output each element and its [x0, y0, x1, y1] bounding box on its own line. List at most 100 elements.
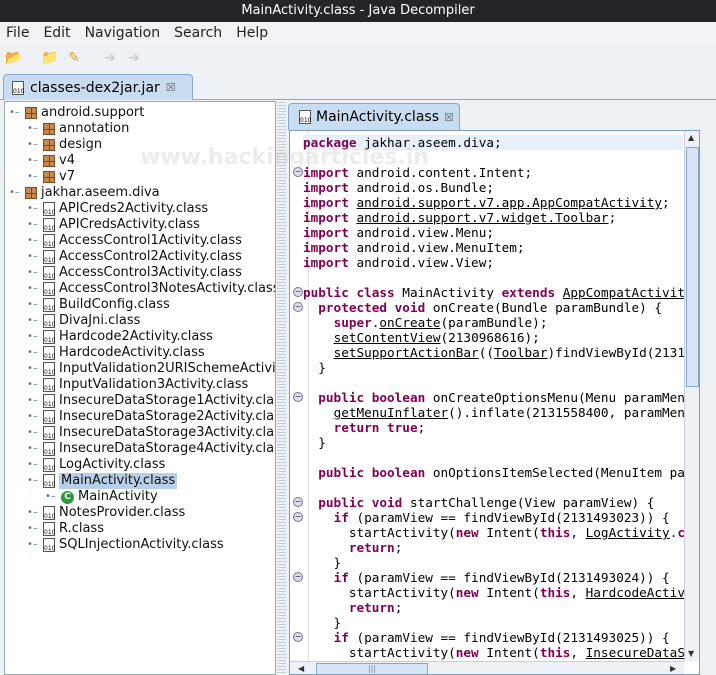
type-link[interactable]: HardcodeActivity [586, 585, 699, 600]
open-file-icon[interactable]: 📂 [4, 48, 24, 68]
tree-node-handle[interactable]: •– [27, 217, 39, 233]
editor-tab[interactable]: 010 MainActivity.class ☒ [288, 103, 460, 130]
tree-item[interactable]: •– 010 HardcodeActivity.class [27, 345, 205, 361]
tree-item[interactable]: •– 010 AccessControl1Activity.class [27, 233, 242, 249]
type-link[interactable]: AppCompatActivity [563, 285, 693, 300]
tree-node-handle[interactable]: •– [27, 169, 39, 185]
fold-toggle-icon[interactable]: − [293, 167, 303, 177]
scroll-up-icon[interactable]: ▲ [688, 133, 694, 142]
tree-item[interactable]: •– design [27, 137, 102, 153]
tree-node-handle[interactable]: •– [27, 313, 39, 329]
fold-toggle-icon[interactable]: − [293, 572, 303, 582]
tree-item[interactable]: •– 010 InsecureDataStorage2Activity.class [27, 409, 275, 425]
tree-item[interactable]: •– 010 Hardcode2Activity.class [27, 329, 213, 345]
file-tab[interactable]: 010 classes-dex2jar.jar ☒ [3, 74, 193, 100]
type-link[interactable]: InsecureDataStorage1Activity [586, 645, 699, 660]
tree-item[interactable]: •– 010 InsecureDataStorage3Activity.class [27, 425, 275, 441]
menu-file[interactable]: File [6, 22, 29, 45]
tree-node-handle[interactable]: •– [27, 425, 39, 441]
tree-node-handle[interactable]: •– [27, 393, 39, 409]
tree-node-handle[interactable]: •– [27, 361, 39, 377]
tree-node-handle[interactable]: •– [27, 297, 39, 313]
tree-node-handle[interactable]: •– [27, 473, 39, 489]
tree-item[interactable]: •– 010 MainActivity.class [27, 473, 178, 489]
tree-item[interactable]: •– 010 AccessControl2Activity.class [27, 249, 242, 265]
fold-toggle-icon[interactable]: − [293, 302, 303, 312]
tree-node-handle[interactable]: •– [9, 185, 21, 201]
tree-item[interactable]: •– 010 BuildConfig.class [27, 297, 170, 313]
tree-item[interactable]: •– 010 InputValidation2URISchemeActivity.c… [27, 361, 275, 377]
tree-node-handle[interactable]: •– [27, 201, 39, 217]
tree-item[interactable]: •– 010 AccessControl3Activity.class [27, 265, 242, 281]
open-type-icon[interactable]: 📁 [40, 48, 60, 68]
tree-item[interactable]: •– v4 [27, 153, 75, 169]
tree-item[interactable]: •– 010 SQLInjectionActivity.class [27, 537, 224, 553]
tree-item[interactable]: •– 010 APICreds2Activity.class [27, 201, 208, 217]
tree-node-handle[interactable]: •– [27, 345, 39, 361]
vertical-scrollbar[interactable]: ▲ ▼ [684, 131, 699, 661]
search-icon[interactable]: ✎ [64, 48, 84, 68]
tree-item[interactable]: •– 010 InputValidation3Activity.class [27, 377, 248, 393]
tree-node-handle[interactable]: •– [27, 409, 39, 425]
tree-item[interactable]: •– 010 LogActivity.class [27, 457, 165, 473]
tree-item[interactable]: •– 010 InsecureDataStorage4Activity.class [27, 441, 275, 457]
tree-node-handle[interactable]: •– [27, 505, 39, 521]
type-link[interactable]: android.support.v7.app.AppCompatActivity [356, 195, 662, 210]
tree-item[interactable]: •– 010 DivaJni.class [27, 313, 140, 329]
scroll-right-icon[interactable]: ▶ [670, 664, 676, 673]
vertical-scroll-thumb[interactable] [686, 147, 699, 387]
forward-arrow-icon[interactable]: ➔ [124, 48, 144, 68]
type-link[interactable]: getMenuInflater [334, 405, 449, 420]
tree-node-handle[interactable]: •– [27, 537, 39, 553]
back-arrow-icon[interactable]: ➔ [100, 48, 120, 68]
tree-node-handle[interactable]: •– [27, 457, 39, 473]
type-link[interactable]: LogActivity [586, 525, 670, 540]
tree-node-handle[interactable]: •– [27, 121, 39, 137]
tree-item[interactable]: •– 010 InsecureDataStorage1Activity.class [27, 393, 275, 409]
scroll-left-icon[interactable]: ◀ [298, 664, 304, 673]
tree-item[interactable]: •– android.support [9, 105, 144, 121]
horizontal-scrollbar[interactable]: ◀ ||| ▶ [290, 661, 684, 674]
tree-item[interactable]: •– annotation [27, 121, 129, 137]
menu-help[interactable]: Help [236, 22, 268, 45]
menu-edit[interactable]: Edit [43, 22, 70, 45]
tree-item[interactable]: •– C MainActivity [45, 489, 158, 505]
fold-toggle-icon[interactable]: − [293, 497, 303, 507]
type-link[interactable]: onCreate [379, 315, 440, 330]
type-link[interactable]: setSupportActionBar [334, 345, 479, 360]
tree-node-handle[interactable]: •– [27, 233, 39, 249]
menu-search[interactable]: Search [174, 22, 222, 45]
tree-item[interactable]: •– 010 NotesProvider.class [27, 505, 185, 521]
fold-toggle-icon[interactable]: − [293, 392, 303, 402]
tree-node-handle[interactable]: •– [27, 377, 39, 393]
tree-node-handle[interactable]: •– [27, 265, 39, 281]
horizontal-scroll-thumb[interactable]: ||| [316, 663, 428, 674]
fold-toggle-icon[interactable]: − [293, 512, 303, 522]
fold-toggle-icon[interactable]: − [293, 632, 303, 642]
tree-node-handle[interactable]: •– [27, 137, 39, 153]
tree-node-handle[interactable]: •– [27, 281, 39, 297]
type-link[interactable]: android.support.v7.widget.Toolbar [356, 210, 608, 225]
tree-node-handle[interactable]: •– [27, 441, 39, 457]
close-icon[interactable]: ☒ [444, 111, 454, 124]
tree-item[interactable]: •– v7 [27, 169, 75, 185]
tree-node-handle[interactable]: •– [45, 489, 57, 505]
tree-item[interactable]: •– jakhar.aseem.diva [9, 185, 160, 201]
tree-item[interactable]: •– 010 AccessControl3NotesActivity.class [27, 281, 275, 297]
tree-node-handle[interactable]: •– [27, 249, 39, 265]
tree-node-handle[interactable]: •– [9, 105, 21, 121]
close-icon[interactable]: ☒ [166, 81, 176, 94]
scroll-down-icon[interactable]: ▼ [688, 649, 694, 658]
menu-navigation[interactable]: Navigation [85, 22, 161, 45]
tree-node-handle[interactable]: •– [27, 153, 39, 169]
tree-node-handle[interactable]: •– [27, 329, 39, 345]
tree-item-label: v4 [59, 153, 75, 168]
tree-item[interactable]: •– 010 APICredsActivity.class [27, 217, 200, 233]
splitter-handle[interactable] [277, 101, 286, 675]
type-link[interactable]: Toolbar [494, 345, 547, 360]
code-editor[interactable]: − − − − − − − − package jakhar.aseem.diva; impo… [289, 130, 700, 675]
type-link[interactable]: setContentView [334, 330, 441, 345]
tree-node-handle[interactable]: •– [27, 521, 39, 537]
fold-toggle-icon[interactable]: − [293, 287, 303, 297]
tree-item[interactable]: •– 010 R.class [27, 521, 104, 537]
